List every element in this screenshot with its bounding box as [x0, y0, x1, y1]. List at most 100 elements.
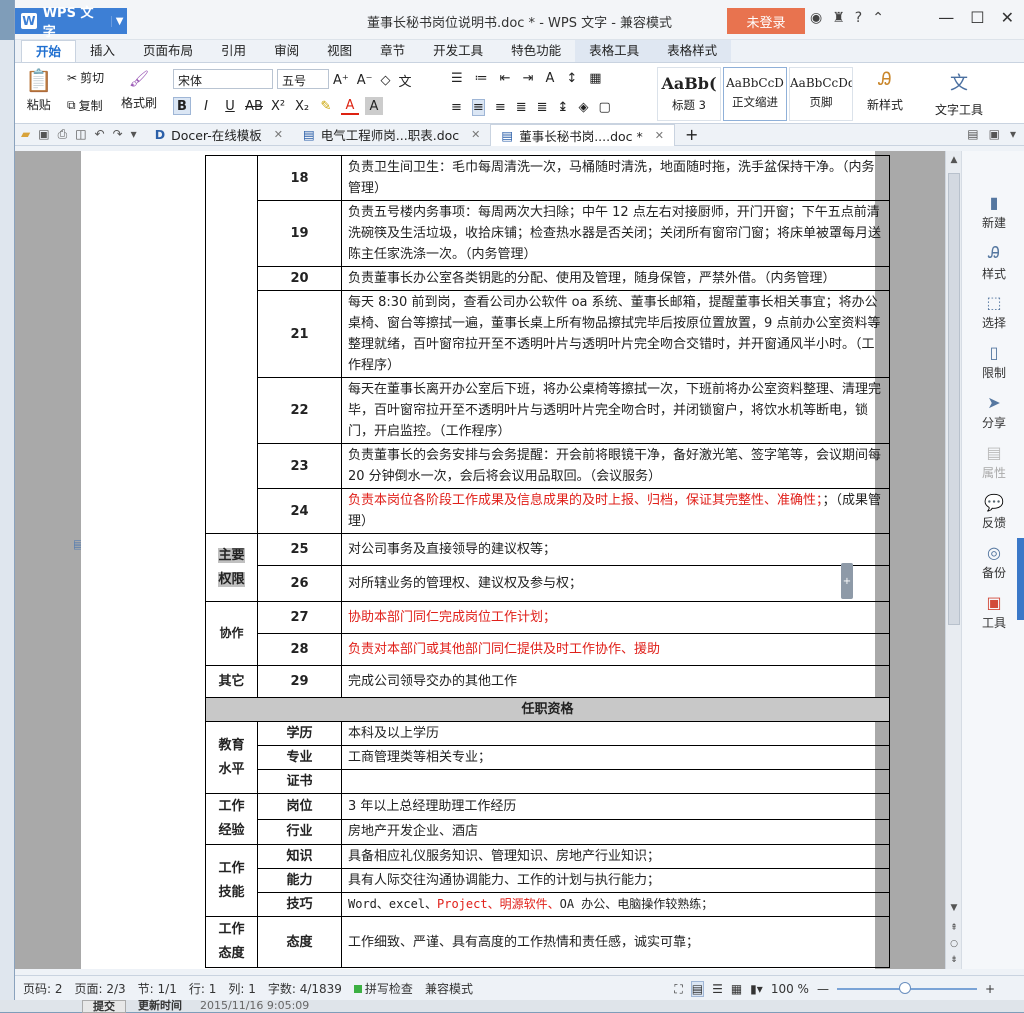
line-spacing-icon[interactable]: ↨ [558, 100, 569, 115]
tab-secretary-doc[interactable]: ▤ 董事长秘书岗....doc * ✕ [490, 123, 675, 146]
chevron-down-icon[interactable]: ▾ [1010, 127, 1016, 141]
outdent-icon[interactable]: ⇤ [500, 71, 511, 86]
underline-icon[interactable]: U [221, 97, 239, 115]
next-page-icon[interactable]: ⇟ [946, 955, 962, 965]
strikethrough-icon[interactable]: AB [245, 97, 263, 115]
zoom-value[interactable]: 100 % [771, 982, 809, 996]
clear-format-icon[interactable]: ◇ [381, 73, 391, 88]
scrollbar-thumb[interactable] [948, 173, 960, 625]
tab-electrical-engineer-doc[interactable]: ▤ 电气工程师岗...职表.doc ✕ [293, 124, 490, 146]
close-icon[interactable]: ✕ [655, 129, 664, 142]
tab-table-tools[interactable]: 表格工具 [575, 40, 654, 62]
subscript-icon[interactable]: X₂ [293, 97, 311, 115]
redo-icon[interactable]: ↷ [113, 127, 123, 142]
new-tab-button[interactable]: + [675, 124, 708, 146]
scroll-up-icon[interactable]: ▲ [946, 155, 962, 165]
panel-properties[interactable]: ▤ 属性 [962, 443, 1024, 481]
zoom-in-icon[interactable]: + [985, 982, 995, 996]
tab-docer[interactable]: D Docer-在线模板 ✕ [145, 124, 293, 146]
style-heading3[interactable]: AaBb( 标题 3 [657, 67, 721, 121]
cut-button[interactable]: ✂ 剪切 [67, 69, 104, 86]
read-view-icon[interactable]: ▮▾ [750, 982, 763, 996]
prev-page-icon[interactable]: ⇞ [946, 923, 962, 933]
panel-tools[interactable]: ▣ 工具 [962, 593, 1024, 631]
style-body-indent[interactable]: AaBbCcD 正文缩进 [723, 67, 787, 121]
save-icon[interactable]: ▣ [38, 127, 49, 142]
panel-styles[interactable]: Ꭿ 样式 [962, 243, 1024, 282]
bullets-icon[interactable]: ☰ [451, 71, 463, 86]
font-family-select[interactable]: 宋体 [173, 69, 273, 89]
select-browse-icon[interactable]: ○ [946, 939, 962, 949]
shirt-icon[interactable]: ♜ [832, 10, 845, 26]
align-right-icon[interactable]: ≡ [495, 100, 506, 115]
scroll-down-icon[interactable]: ▼ [946, 903, 962, 913]
panel-restrict[interactable]: ▯ 限制 [962, 343, 1024, 381]
close-icon[interactable]: ✕ [1001, 8, 1014, 27]
justify-icon[interactable]: ≣ [516, 100, 527, 115]
tab-features[interactable]: 特色功能 [497, 40, 575, 62]
collapse-ribbon-icon[interactable]: ⌃ [872, 10, 884, 26]
text-tools-button[interactable]: 文 文字工具 [935, 69, 983, 118]
outline-view-icon[interactable]: ☰ [712, 982, 723, 996]
skin-icon[interactable]: ◉ [810, 10, 822, 26]
open-icon[interactable]: ▰ [21, 127, 30, 142]
italic-icon[interactable]: I [197, 97, 215, 115]
shading-icon[interactable]: ◈ [578, 100, 588, 115]
panel-edge-handle[interactable] [1017, 538, 1024, 620]
borders-icon[interactable]: ▢ [598, 100, 610, 115]
tab-list-icon[interactable]: ▤ [967, 127, 978, 141]
vertical-scrollbar[interactable]: ▲ ▼ ⇞ ○ ⇟ [945, 151, 961, 969]
align-center-icon[interactable]: ≡ [471, 99, 485, 116]
chevron-down-icon[interactable]: ▾ [131, 127, 137, 142]
close-icon[interactable]: ✕ [274, 128, 283, 141]
panel-select[interactable]: ⬚ 选择 [962, 293, 1024, 331]
superscript-icon[interactable]: X² [269, 97, 287, 115]
char-shading-icon[interactable]: A [365, 97, 383, 115]
paste-button[interactable]: 📋 粘贴 [25, 69, 52, 113]
page-view-icon[interactable]: ▤ [690, 981, 705, 997]
distribute-icon[interactable]: ≣ [537, 100, 548, 115]
tab-chapter[interactable]: 章节 [366, 40, 419, 62]
expand-panel-icon[interactable]: + [841, 563, 853, 599]
web-view-icon[interactable]: ▦ [731, 982, 742, 996]
text-direction-icon[interactable]: A [545, 71, 554, 86]
phonetic-icon[interactable]: 文 [399, 71, 412, 90]
new-style-button[interactable]: Ꭿ 新样式 [867, 69, 903, 113]
spell-check-button[interactable]: 拼写检查 [353, 980, 413, 997]
print-icon[interactable]: ⎙ [58, 127, 68, 142]
submit-button[interactable]: 提交 [82, 1000, 126, 1013]
tab-references[interactable]: 引用 [207, 40, 260, 62]
align-left-icon[interactable]: ≡ [451, 100, 462, 115]
maximize-icon[interactable]: ☐ [970, 8, 984, 27]
panel-feedback[interactable]: 💬 反馈 [962, 493, 1024, 531]
zoom-slider-knob[interactable] [898, 982, 911, 994]
fullscreen-icon[interactable]: ⛶ [674, 982, 682, 997]
undo-icon[interactable]: ↶ [95, 127, 105, 142]
tab-home[interactable]: 开始 [21, 40, 77, 62]
tab-insert[interactable]: 插入 [76, 40, 129, 62]
print-preview-icon[interactable]: ◫ [75, 127, 86, 142]
numbering-icon[interactable]: ≔ [475, 71, 488, 86]
shrink-font-icon[interactable]: A⁻ [357, 73, 373, 88]
font-size-select[interactable]: 五号 [277, 69, 329, 89]
grow-font-icon[interactable]: A⁺ [333, 73, 349, 88]
indent-icon[interactable]: ⇥ [523, 71, 534, 86]
zoom-slider[interactable] [836, 982, 977, 994]
zoom-out-icon[interactable]: — [817, 982, 829, 996]
minimize-icon[interactable]: — [938, 8, 954, 27]
tab-view[interactable]: 视图 [313, 40, 366, 62]
copy-button[interactable]: ⧉ 复制 [67, 97, 103, 114]
login-button[interactable]: 未登录 [727, 8, 805, 34]
table-icon[interactable]: ▦ [589, 71, 601, 86]
tab-developer[interactable]: 开发工具 [419, 40, 497, 62]
tab-review[interactable]: 审阅 [260, 40, 313, 62]
help-icon[interactable]: ? [855, 10, 862, 26]
format-painter-button[interactable]: 🖌 格式刷 [121, 69, 157, 111]
close-icon[interactable]: ✕ [471, 128, 480, 141]
panel-backup[interactable]: ◎ 备份 [962, 543, 1024, 581]
tab-table-style[interactable]: 表格样式 [653, 40, 732, 62]
highlight-icon[interactable]: ✎ [317, 97, 335, 115]
tab-menu-icon[interactable]: ▣ [989, 127, 1000, 141]
font-color-icon[interactable]: A [341, 97, 359, 115]
panel-share[interactable]: ➤ 分享 [962, 393, 1024, 431]
